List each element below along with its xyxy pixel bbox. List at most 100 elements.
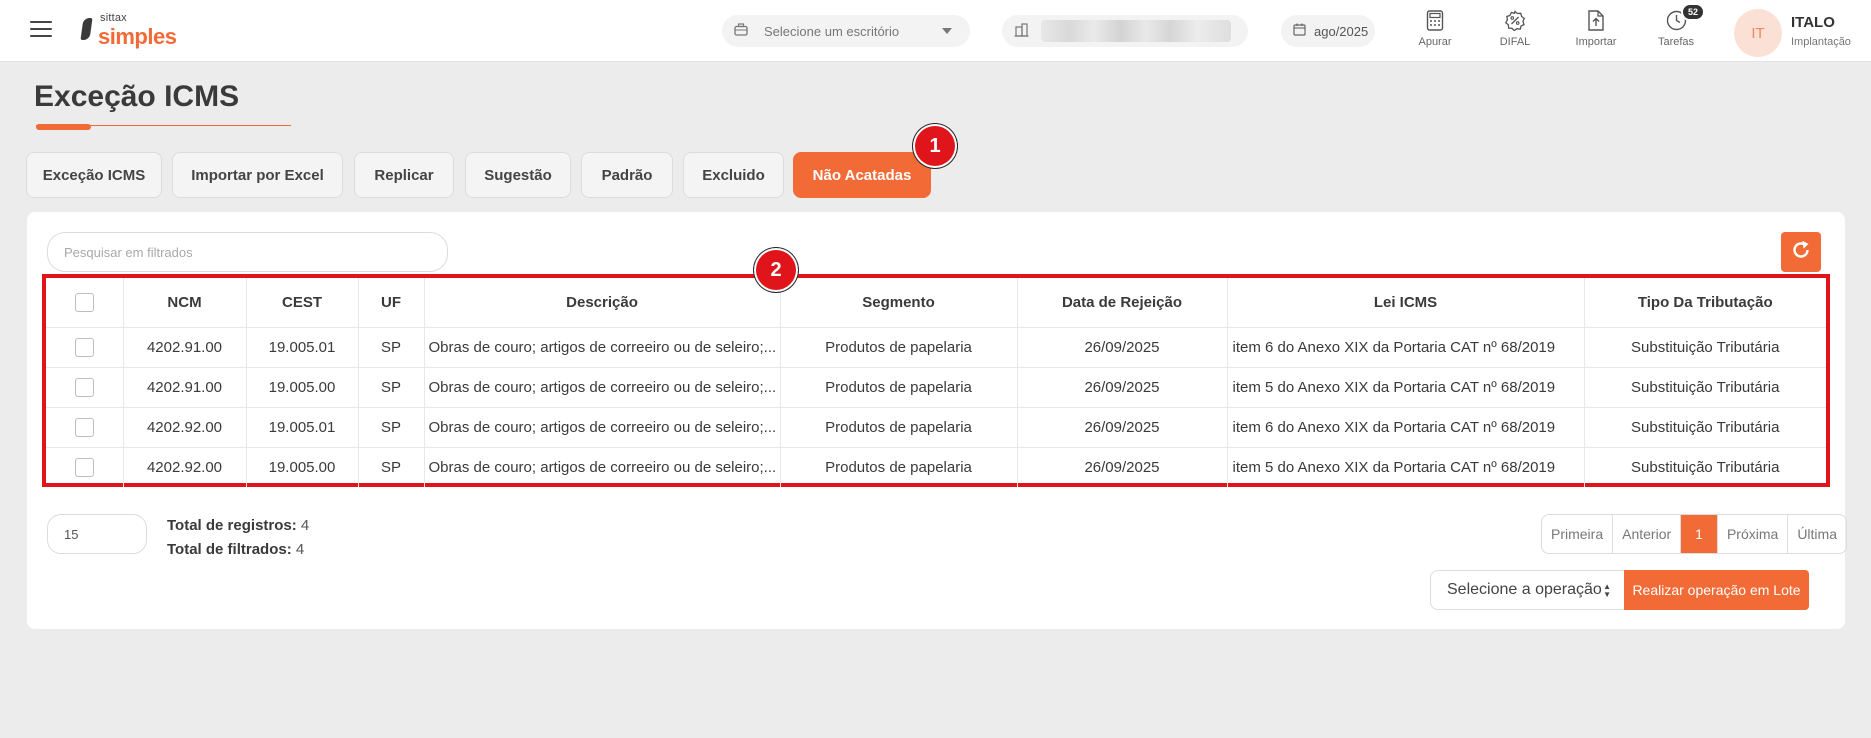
pagination: Primeira Anterior 1 Próxima Última [1541,514,1847,554]
cell-cest: 19.005.00 [246,367,359,408]
total-registros-value: 4 [300,517,310,534]
cell-data-rejeicao: 26/09/2025 [1017,447,1228,487]
table-header-row: NCM CEST UF Descrição Segmento Data de R… [46,278,1826,328]
tasks-count-badge: 52 [1681,3,1706,21]
nav-importar[interactable]: Importar [1566,10,1626,48]
row-select-cell [46,367,124,408]
column-header-segmento[interactable]: Segmento [780,278,1018,328]
tab-excecao-icms[interactable]: Exceção ICMS [26,152,162,198]
tab-replicar[interactable]: Replicar [354,152,454,198]
cell-cest: 19.005.01 [246,407,359,448]
total-registros: Total de registros: 4 [167,517,309,534]
column-header-ncm[interactable]: NCM [123,278,247,328]
cell-ncm: 4202.92.00 [123,407,247,448]
cell-data-rejeicao: 26/09/2025 [1017,367,1228,408]
tab-padrao[interactable]: Padrão [581,152,673,198]
row-select-cell [46,407,124,448]
total-filtrados: Total de filtrados: 4 [167,541,304,558]
company-name-blurred [1041,20,1231,42]
file-upload-icon [1566,10,1626,31]
column-header-data-rejeicao[interactable]: Data de Rejeição [1017,278,1228,328]
results-table: NCM CEST UF Descrição Segmento Data de R… [46,278,1826,487]
cell-tipo-tributacao: Substituição Tributária [1584,407,1826,448]
refresh-icon [1790,239,1812,266]
cell-data-rejeicao: 26/09/2025 [1017,407,1228,448]
column-header-tipo-tributacao[interactable]: Tipo Da Tributação [1584,278,1826,328]
tab-excluido[interactable]: Excluido [683,152,784,198]
user-role: Implantação [1791,36,1851,48]
cell-descricao: Obras de couro; artigos de correeiro ou … [424,367,781,408]
title-underline-accent [36,124,91,130]
table-row[interactable]: 4202.91.00 19.005.00 SP Obras de couro; … [46,367,1826,408]
column-header-descricao[interactable]: Descrição [424,278,781,328]
row-checkbox[interactable] [74,417,94,437]
cell-lei-icms: item 6 do Anexo XIX da Portaria CAT nº 6… [1227,327,1585,368]
batch-operation-button[interactable]: Realizar operação em Lote [1624,570,1809,610]
row-checkbox[interactable] [74,457,94,477]
office-select[interactable]: Selecione um escritório [722,15,970,47]
nav-apurar-label: Apurar [1418,36,1452,48]
building-icon [1014,22,1029,40]
tab-sugestao[interactable]: Sugestão [465,152,571,198]
user-name[interactable]: ITALO [1791,14,1835,31]
nav-difal-label: DIFAL [1499,36,1531,48]
operation-select-label: Selecione a operação [1447,581,1602,598]
cell-ncm: 4202.92.00 [123,447,247,487]
menu-icon[interactable] [30,21,52,39]
tab-importar-por-excel[interactable]: Importar por Excel [172,152,343,198]
cell-lei-icms: item 5 do Anexo XIX da Portaria CAT nº 6… [1227,367,1585,408]
period-select[interactable]: ago/2025 [1281,15,1375,47]
page-current-button[interactable]: 1 [1681,515,1718,553]
cell-uf: SP [358,407,425,448]
cell-segmento: Produtos de papelaria [780,407,1018,448]
logo-mark [80,18,93,40]
nav-apurar[interactable]: Apurar [1405,10,1465,48]
nav-difal[interactable]: DIFAL [1485,10,1545,48]
cell-lei-icms: item 5 do Anexo XIX da Portaria CAT nº 6… [1227,447,1585,487]
column-header-cest[interactable]: CEST [246,278,359,328]
table-row[interactable]: 4202.91.00 19.005.01 SP Obras de couro; … [46,327,1826,368]
annotation-marker-2: 2 [756,250,796,290]
operation-select[interactable]: Selecione a operação ▲ ▼ [1430,570,1625,610]
page-first-button[interactable]: Primeira [1542,515,1614,553]
table-row[interactable]: 4202.92.00 19.005.00 SP Obras de couro; … [46,447,1826,487]
cell-ncm: 4202.91.00 [123,367,247,408]
row-select-cell [46,447,124,487]
cell-lei-icms: item 6 do Anexo XIX da Portaria CAT nº 6… [1227,407,1585,448]
main-card: NCM CEST UF Descrição Segmento Data de R… [27,212,1847,629]
cell-descricao: Obras de couro; artigos de correeiro ou … [424,447,781,487]
cell-tipo-tributacao: Substituição Tributária [1584,367,1826,408]
refresh-button[interactable] [1781,232,1821,272]
cell-segmento: Produtos de papelaria [780,447,1018,487]
cell-segmento: Produtos de papelaria [780,327,1018,368]
select-all-checkbox[interactable] [74,292,94,312]
column-header-uf[interactable]: UF [358,278,425,328]
table-row[interactable]: 4202.92.00 19.005.01 SP Obras de couro; … [46,407,1826,448]
per-page-select[interactable]: 15 [47,514,147,554]
page-next-button[interactable]: Próxima [1718,515,1789,553]
row-checkbox[interactable] [74,337,94,357]
page-last-button[interactable]: Última [1788,515,1846,553]
cell-descricao: Obras de couro; artigos de correeiro ou … [424,407,781,448]
cell-uf: SP [358,447,425,487]
page-prev-button[interactable]: Anterior [1613,515,1682,553]
cell-data-rejeicao: 26/09/2025 [1017,327,1228,368]
top-bar: sittax simples Selecione um escritório a… [0,0,1871,62]
row-checkbox[interactable] [74,377,94,397]
column-header-lei-icms[interactable]: Lei ICMS [1227,278,1585,328]
select-all-cell [46,278,124,328]
nav-importar-label: Importar [1575,36,1617,48]
search-input[interactable] [47,232,448,272]
tab-nao-acatadas[interactable]: Não Acatadas [793,152,931,198]
avatar[interactable]: IT [1734,9,1782,57]
chevron-down-icon [942,28,952,34]
results-table-highlight: NCM CEST UF Descrição Segmento Data de R… [42,274,1830,487]
sort-arrows-icon: ▲ ▼ [1603,582,1611,599]
company-select[interactable] [1002,15,1248,47]
total-registros-label: Total de registros: [167,517,297,534]
page-title: Exceção ICMS [34,80,240,113]
calendar-icon [1293,23,1306,39]
logo-text: simples [98,24,177,49]
percent-badge-icon [1485,10,1545,31]
nav-tarefas[interactable]: 52 Tarefas [1646,3,1706,48]
